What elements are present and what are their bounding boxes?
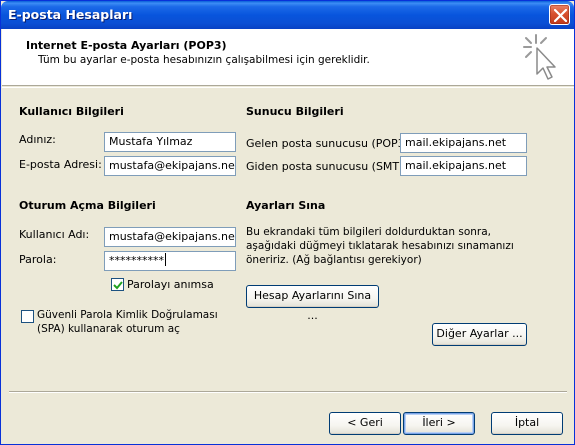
header-subtitle: Tüm bu ayarlar e-posta hesabınızın çalış… xyxy=(38,54,370,66)
email-label: E-posta Adresi: xyxy=(19,158,102,171)
wizard-header: Internet E-posta Ayarları (POP3) Tüm bu … xyxy=(2,29,574,86)
cancel-button[interactable]: İptal xyxy=(491,412,563,435)
text-caret xyxy=(165,253,166,266)
password-mask: ********** xyxy=(109,254,164,267)
remember-password-label[interactable]: Parolayı anımsa xyxy=(127,278,214,291)
test-desc-line2: aşağıdaki düğmeyi tıklatarak hesabınızı … xyxy=(246,240,514,252)
cursor-sparkle-icon xyxy=(523,34,556,80)
remember-password-checkbox[interactable] xyxy=(111,278,124,291)
user-info-title: Kullanıcı Bilgileri xyxy=(19,105,124,118)
server-info-title: Sunucu Bilgileri xyxy=(246,105,344,118)
spa-label-line2: (SPA) kullanarak oturum aç xyxy=(37,323,180,335)
spa-label-line1: Güvenli Parola Kimlik Doğrulaması xyxy=(37,309,218,321)
window-title: E-posta Hesapları xyxy=(8,7,133,22)
test-settings-title: Ayarları Sına xyxy=(246,199,326,212)
logon-info-title: Oturum Açma Bilgileri xyxy=(19,199,156,212)
email-accounts-dialog: E-posta Hesapları Internet E-posta Ayarl… xyxy=(0,0,575,445)
title-bar[interactable]: E-posta Hesapları xyxy=(1,1,574,29)
checkmark-icon xyxy=(113,281,123,290)
footer-divider xyxy=(9,391,567,393)
close-icon xyxy=(554,9,567,22)
outgoing-server-label: Giden posta sunucusu (SMTP): xyxy=(246,160,414,173)
back-button[interactable]: < Geri xyxy=(329,412,401,435)
username-label: Kullanıcı Adı: xyxy=(19,228,90,241)
header-title: Internet E-posta Ayarları (POP3) xyxy=(26,39,227,52)
incoming-server-field[interactable]: mail.ekipajans.net xyxy=(400,133,527,153)
spa-label[interactable]: Güvenli Parola Kimlik Doğrulaması (SPA) … xyxy=(37,308,218,336)
test-desc-line3: öneririz. (Ağ bağlantısı gerekiyor) xyxy=(246,254,422,266)
username-field[interactable]: mustafa@ekipajans.net xyxy=(104,227,236,247)
header-divider xyxy=(2,87,574,88)
incoming-server-label: Gelen posta sunucusu (POP3): xyxy=(246,137,413,150)
test-desc-line1: Bu ekrandaki tüm bilgileri doldurduktan … xyxy=(246,226,491,238)
email-field[interactable]: mustafa@ekipajans.net xyxy=(104,156,236,176)
password-label: Parola: xyxy=(19,253,57,266)
more-settings-button[interactable]: Diğer Ayarlar ... xyxy=(432,323,527,346)
spa-checkbox[interactable] xyxy=(21,310,34,323)
test-account-settings-button[interactable]: Hesap Ayarlarını Sına ... xyxy=(246,285,379,322)
password-field[interactable]: ********** xyxy=(104,251,236,271)
test-settings-description: Bu ekrandaki tüm bilgileri doldurduktan … xyxy=(246,225,514,267)
close-button[interactable] xyxy=(549,4,570,25)
name-label: Adınız: xyxy=(19,133,56,146)
next-button[interactable]: İleri > xyxy=(403,412,475,435)
outgoing-server-field[interactable]: mail.ekipajans.net xyxy=(400,156,527,176)
name-field[interactable]: Mustafa Yılmaz xyxy=(104,132,236,152)
